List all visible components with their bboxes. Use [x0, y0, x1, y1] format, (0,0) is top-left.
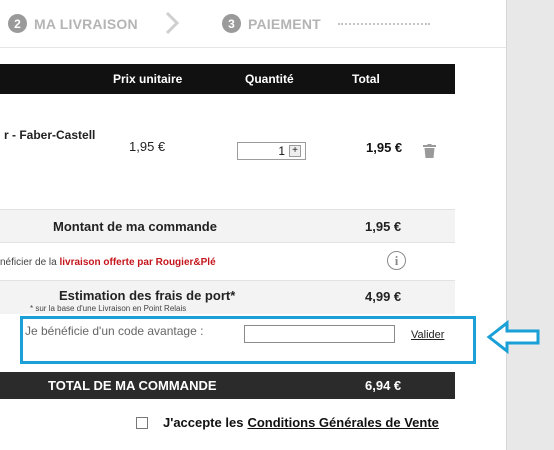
product-total: 1,95 € — [366, 140, 403, 155]
step-dots — [338, 23, 430, 25]
shipping-estimate-value: 4,99 € — [365, 289, 402, 304]
order-amount-row: Montant de ma commande 1,95 € — [0, 210, 455, 243]
shipping-estimate-row: Estimation des frais de port* * sur la b… — [0, 281, 455, 314]
free-delivery-highlight: livraison offerte par Rougier&Plé — [59, 257, 216, 268]
quantity-plus-button[interactable]: + — [289, 145, 301, 157]
header-unit-price: Prix unitaire — [113, 72, 183, 86]
promo-code-label: Je bénéficie d'un code avantage : — [25, 324, 204, 338]
header-total: Total — [352, 72, 380, 86]
order-amount-label: Montant de ma commande — [53, 219, 217, 234]
step-label: PAIEMENT — [248, 15, 321, 32]
terms-checkbox[interactable] — [136, 416, 148, 429]
step-paiement[interactable]: 3 PAIEMENT — [222, 14, 321, 33]
arrow-left-icon — [486, 319, 540, 355]
chevron-right-icon — [165, 11, 180, 35]
order-total-label: TOTAL DE MA COMMANDE — [48, 378, 217, 393]
terms-prefix: J'accepte les — [163, 415, 244, 430]
shipping-estimate-note: * sur la base d'une Livraison en Point R… — [30, 304, 187, 313]
promo-submit-link[interactable]: Valider — [411, 329, 444, 341]
shipping-estimate-label: Estimation des frais de port* — [59, 288, 236, 303]
order-total-bar: TOTAL DE MA COMMANDE 6,94 € — [0, 372, 455, 399]
step-number: 2 — [8, 14, 27, 33]
header-quantity: Quantité — [245, 72, 294, 86]
page-gutter — [506, 0, 554, 450]
checkout-steps: 2 MA LIVRAISON 3 PAIEMENT — [0, 0, 506, 48]
terms-link[interactable]: Conditions Générales de Vente — [247, 415, 438, 430]
cart-table-header: Prix unitaire Quantité Total — [0, 64, 455, 94]
trash-icon[interactable] — [423, 144, 436, 158]
step-livraison[interactable]: 2 MA LIVRAISON — [8, 14, 138, 33]
free-delivery-row: néficier de la livraison offerte par Rou… — [0, 243, 455, 281]
table-row: r - Faber-Castell 1,95 € + 1,95 € — [0, 94, 455, 210]
order-amount-value: 1,95 € — [365, 219, 402, 234]
product-name[interactable]: r - Faber-Castell — [4, 128, 95, 142]
info-icon[interactable]: i — [387, 251, 406, 270]
product-unit-price: 1,95 € — [129, 139, 166, 154]
free-delivery-text: néficier de la livraison offerte par Rou… — [0, 257, 216, 268]
order-total-value: 6,94 € — [365, 378, 402, 393]
step-number: 3 — [222, 14, 241, 33]
step-label: MA LIVRAISON — [34, 15, 138, 32]
promo-code-input[interactable] — [244, 325, 395, 343]
terms-acceptance: J'accepte les Conditions Générales de Ve… — [136, 415, 439, 430]
